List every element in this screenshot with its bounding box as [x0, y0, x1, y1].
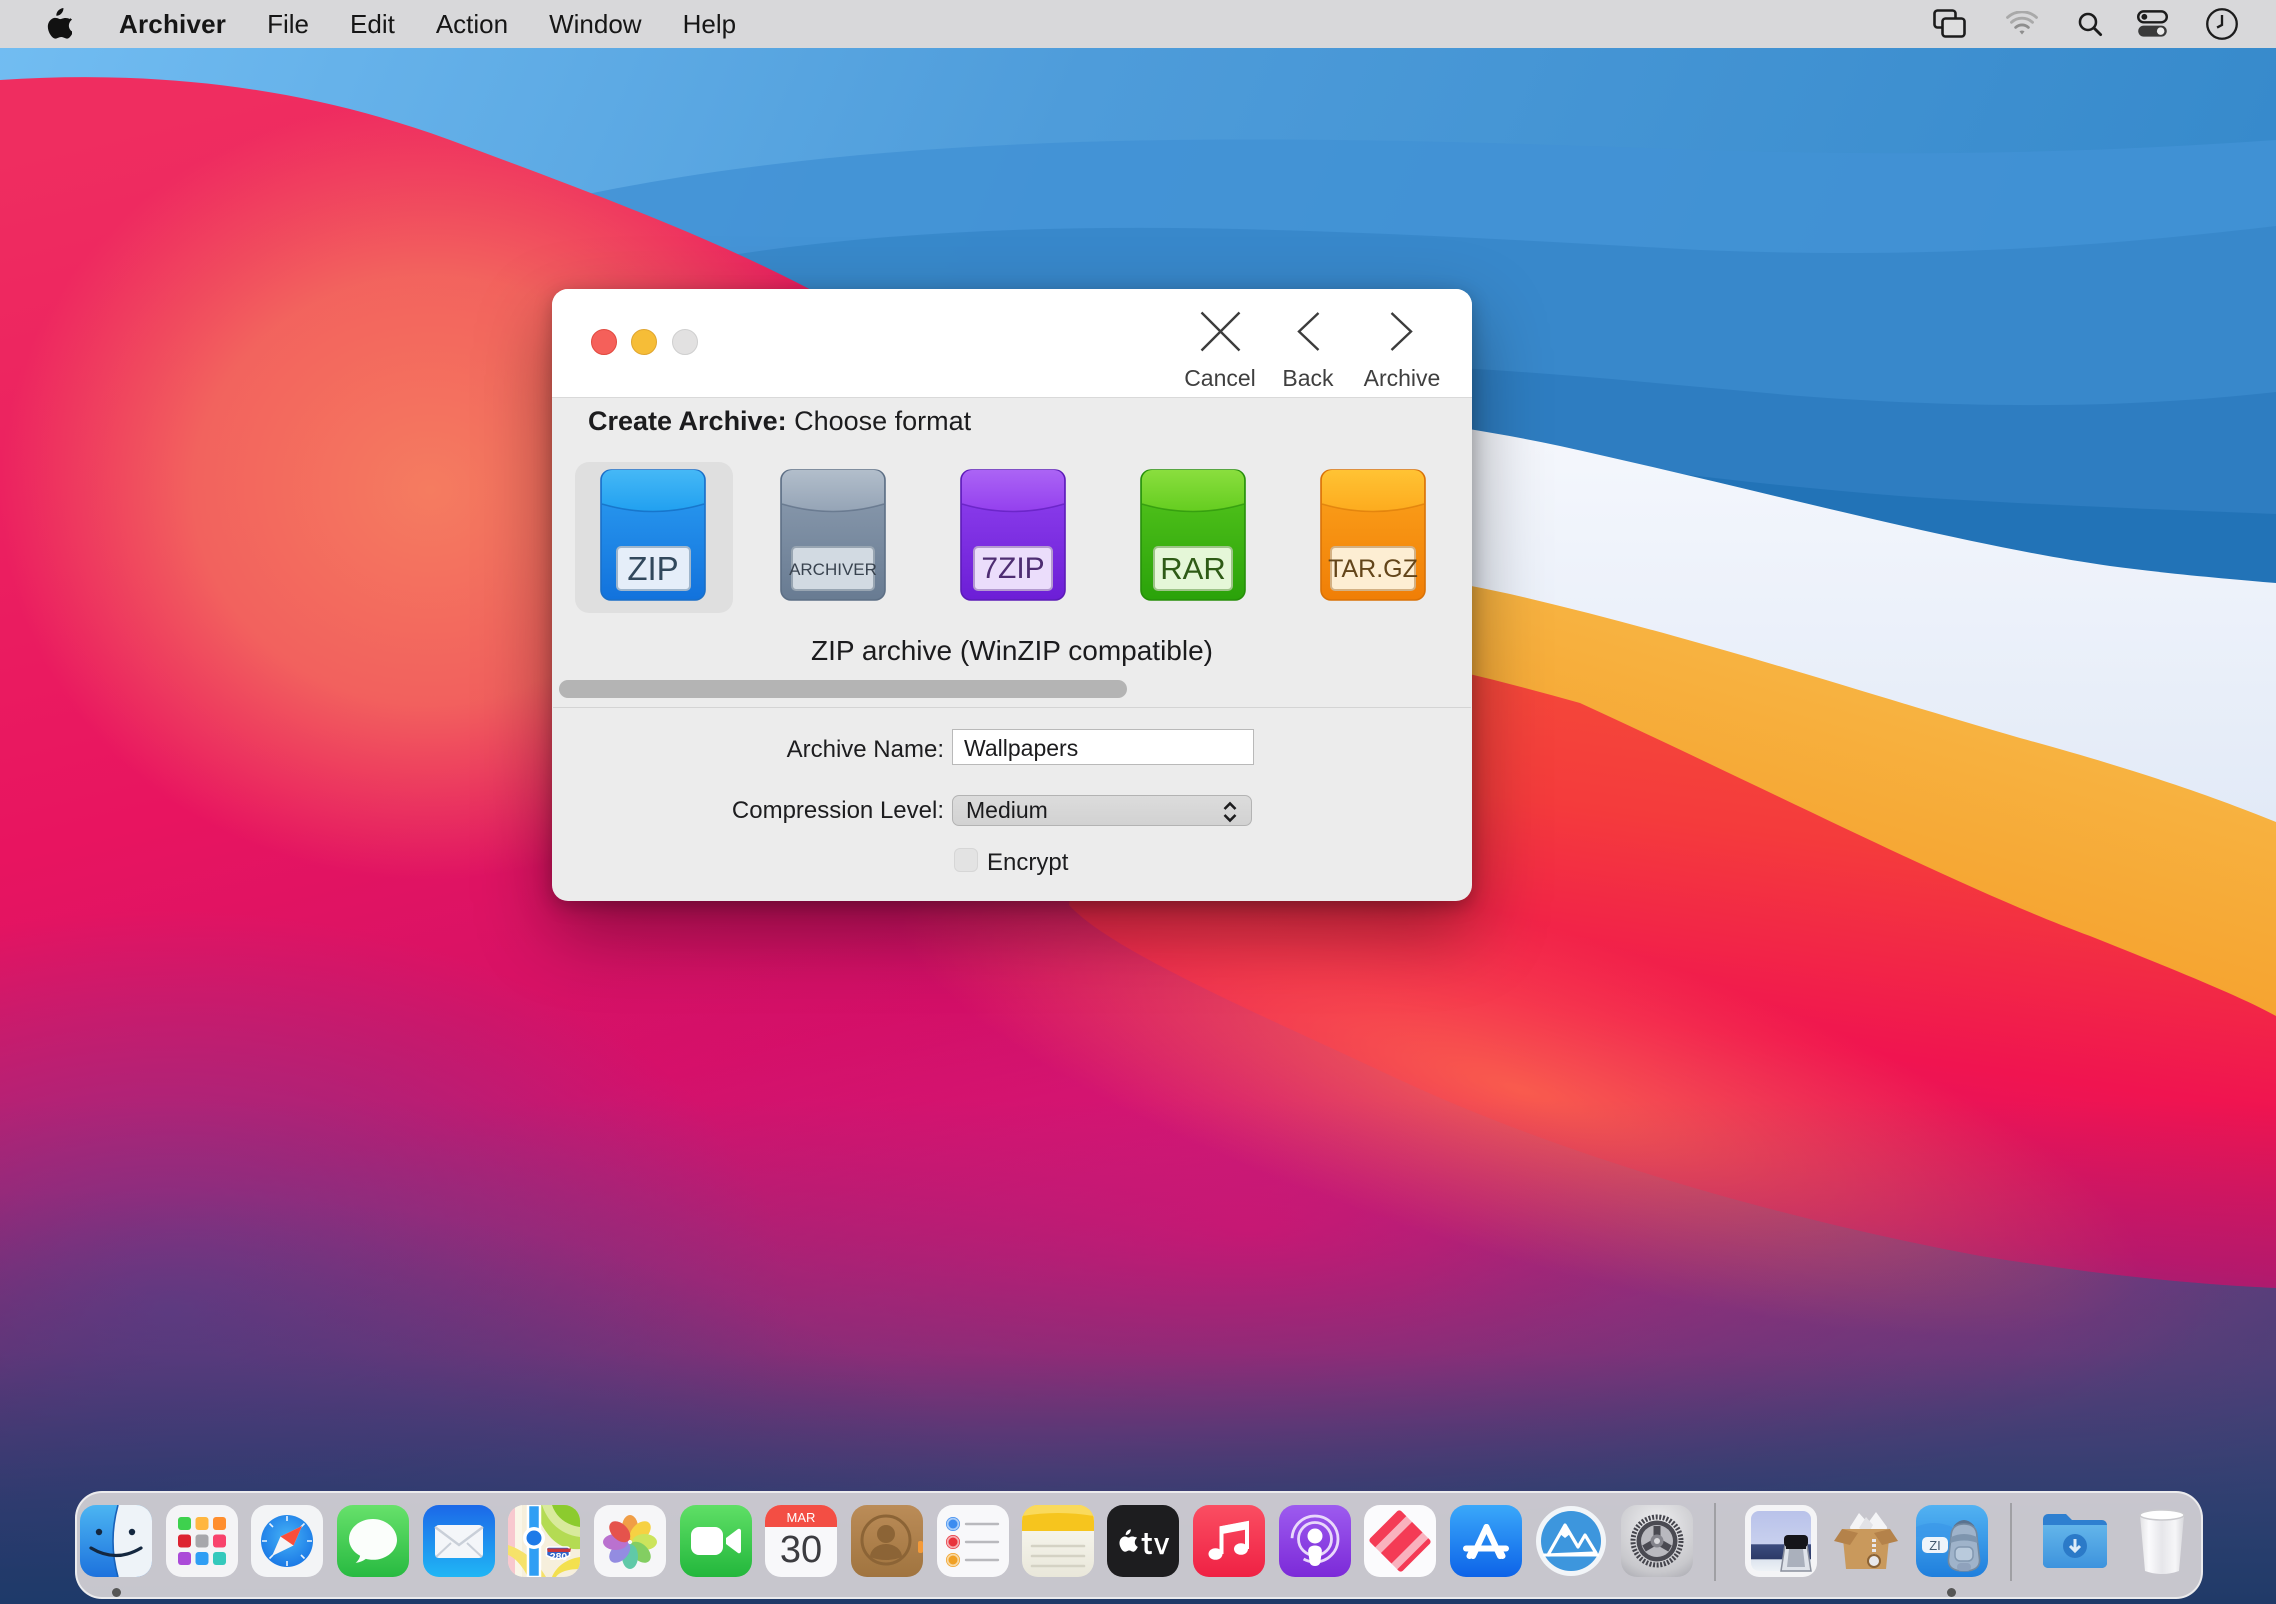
svg-text:RAR: RAR — [1160, 551, 1225, 586]
svg-text:ZIP: ZIP — [627, 550, 678, 587]
svg-text:MAR: MAR — [787, 1510, 816, 1525]
svg-text:ZI: ZI — [1929, 1538, 1941, 1553]
svg-text:30: 30 — [780, 1529, 822, 1571]
svg-text:TAR.GZ: TAR.GZ — [1328, 555, 1418, 583]
svg-text:ARCHIVER: ARCHIVER — [789, 560, 877, 579]
svg-text:7ZIP: 7ZIP — [981, 552, 1044, 585]
svg-text:280: 280 — [550, 1551, 568, 1563]
